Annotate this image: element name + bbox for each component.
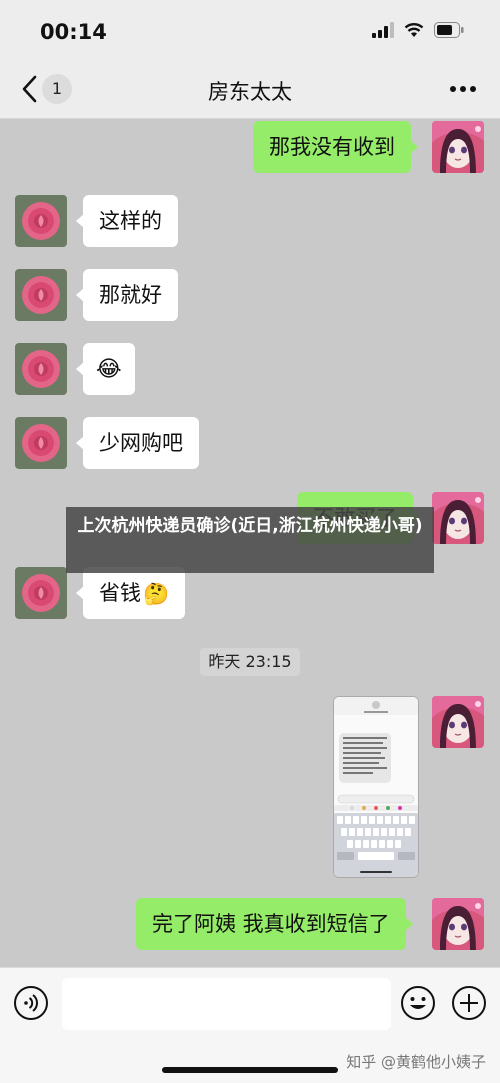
chat-title: 房东太太 bbox=[208, 80, 292, 104]
message-input[interactable] bbox=[62, 978, 391, 1030]
avatar-self[interactable] bbox=[432, 121, 484, 173]
anime-girl-avatar bbox=[432, 492, 484, 544]
rose-avatar bbox=[15, 195, 67, 247]
avatar-contact[interactable] bbox=[15, 417, 67, 469]
avatar-self[interactable] bbox=[432, 696, 484, 748]
rose-avatar bbox=[15, 417, 67, 469]
message-text: 省钱 bbox=[99, 581, 141, 605]
home-indicator[interactable] bbox=[162, 1067, 338, 1073]
message-bubble-in[interactable]: 😂 bbox=[76, 343, 135, 395]
thinking-face-emoji: 🤔 bbox=[143, 582, 170, 606]
wifi-icon bbox=[404, 23, 424, 37]
avatar-contact[interactable] bbox=[15, 567, 67, 619]
message-bubble-out[interactable]: 那我没有收到 bbox=[253, 121, 418, 173]
message-bubble-in[interactable]: 这样的 bbox=[76, 195, 178, 247]
watermark-text: 知乎 @黄鹤他小姨子 bbox=[346, 1053, 486, 1071]
status-time: 00:14 bbox=[40, 20, 107, 44]
avatar-self[interactable] bbox=[432, 492, 484, 544]
laughing-tears-emoji: 😂 bbox=[96, 357, 122, 382]
avatar-contact[interactable] bbox=[15, 269, 67, 321]
anime-girl-avatar bbox=[432, 898, 484, 950]
avatar-contact[interactable] bbox=[15, 343, 67, 395]
sms-screenshot-image bbox=[334, 697, 418, 877]
rose-avatar bbox=[15, 269, 67, 321]
plus-icon[interactable] bbox=[451, 985, 487, 1021]
rose-avatar bbox=[15, 343, 67, 395]
anime-girl-avatar bbox=[432, 121, 484, 173]
avatar-contact[interactable] bbox=[15, 195, 67, 247]
timestamp-divider: 昨天 23:15 bbox=[200, 648, 300, 676]
anime-girl-avatar bbox=[432, 696, 484, 748]
avatar-self[interactable] bbox=[432, 898, 484, 950]
image-message-thumbnail[interactable] bbox=[333, 696, 419, 878]
status-bar: 00:14 bbox=[0, 0, 500, 62]
message-bubble-in[interactable]: 少网购吧 bbox=[76, 417, 199, 469]
battery-icon bbox=[434, 22, 464, 38]
caption-overlay: 上次杭州快递员确诊(近日,浙江杭州快递小哥) bbox=[66, 507, 434, 573]
status-icons bbox=[372, 22, 464, 38]
emoji-icon[interactable] bbox=[400, 985, 436, 1021]
message-bubble-out[interactable]: 完了阿姨 我真收到短信了 bbox=[136, 898, 413, 950]
chat-header: 1 房东太太 bbox=[0, 62, 500, 119]
signal-icon bbox=[372, 22, 394, 38]
more-options-icon[interactable] bbox=[448, 82, 478, 96]
voice-input-icon[interactable] bbox=[13, 985, 49, 1021]
message-bubble-in[interactable]: 省钱🤔 bbox=[75, 567, 186, 619]
message-bubble-in[interactable]: 那就好 bbox=[76, 269, 178, 321]
input-bar: 知乎 @黄鹤他小姨子 bbox=[0, 967, 500, 1083]
rose-avatar bbox=[15, 567, 67, 619]
